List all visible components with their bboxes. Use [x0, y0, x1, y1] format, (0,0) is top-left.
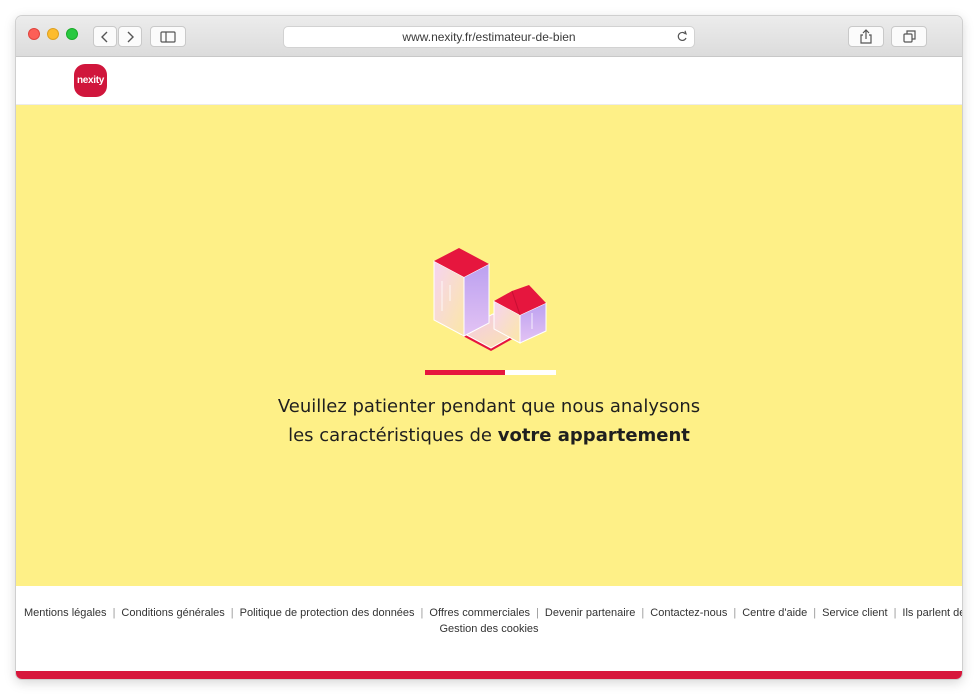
- share-icon: [860, 29, 872, 44]
- forward-button[interactable]: [118, 26, 142, 47]
- loading-progress-fill: [425, 370, 505, 375]
- sidebar-icon: [160, 30, 176, 43]
- loading-message-line1: Veuillez patienter pendant que nous anal…: [277, 396, 701, 417]
- back-button[interactable]: [93, 26, 117, 47]
- footer-link[interactable]: Conditions générales: [121, 607, 224, 619]
- browser-window: www.nexity.fr/estimateur-de-bien nexity: [16, 16, 962, 679]
- nexity-logo[interactable]: nexity: [74, 64, 107, 97]
- loading-message: Veuillez patienter pendant que nous anal…: [189, 392, 789, 450]
- logo-text: nexity: [76, 75, 105, 86]
- footer-link[interactable]: Ils parlent de nous: [902, 607, 962, 619]
- footer-link[interactable]: Mentions légales: [24, 607, 107, 619]
- footer-separator: |: [536, 607, 539, 619]
- close-window-button[interactable]: [28, 28, 40, 40]
- footer-separator: |: [112, 607, 116, 619]
- brand-bottom-bar: [16, 671, 962, 679]
- loading-message-line2: les caractéristiques de votre appartemen…: [189, 421, 789, 450]
- footer-link[interactable]: Service client: [822, 607, 887, 619]
- loading-section: Veuillez patienter pendant que nous anal…: [16, 105, 962, 586]
- buildings-illustration-icon: [433, 248, 547, 351]
- footer-links: Mentions légales | Conditions générales | Po…: [24, 605, 962, 637]
- footer-link[interactable]: Devenir partenaire: [545, 607, 636, 619]
- loading-message-line2-prefix: les caractéristiques de: [288, 425, 498, 446]
- footer-link[interactable]: Offres commerciales: [429, 607, 530, 619]
- footer-separator: |: [641, 607, 645, 619]
- browser-toolbar: www.nexity.fr/estimateur-de-bien: [16, 16, 962, 57]
- footer-link[interactable]: Politique de protection des données: [240, 607, 415, 619]
- loading-progress-bar: [425, 370, 556, 375]
- address-url: www.nexity.fr/estimateur-de-bien: [402, 30, 576, 44]
- address-bar[interactable]: www.nexity.fr/estimateur-de-bien: [283, 26, 695, 48]
- footer-link[interactable]: Gestion des cookies: [439, 623, 538, 635]
- footer-link[interactable]: Contactez-nous: [650, 607, 727, 619]
- chevron-right-icon: [127, 31, 134, 42]
- tabs-overview-button[interactable]: [891, 26, 927, 47]
- footer-separator: |: [733, 607, 737, 619]
- loading-message-property-type: votre appartement: [497, 425, 690, 446]
- footer-link[interactable]: Centre d'aide: [742, 607, 807, 619]
- sidebar-toggle-button[interactable]: [150, 26, 186, 47]
- footer-separator: |: [813, 607, 817, 619]
- site-footer: Mentions légales | Conditions générales | Po…: [16, 586, 962, 671]
- tabs-icon: [902, 30, 916, 43]
- share-button[interactable]: [848, 26, 884, 47]
- chevron-left-icon: [101, 31, 108, 42]
- site-header: nexity: [16, 57, 962, 105]
- zoom-window-button[interactable]: [66, 28, 78, 40]
- footer-separator: |: [230, 607, 234, 619]
- reload-icon[interactable]: [676, 30, 688, 43]
- minimize-window-button[interactable]: [47, 28, 59, 40]
- footer-separator: |: [420, 607, 424, 619]
- footer-separator: |: [893, 607, 897, 619]
